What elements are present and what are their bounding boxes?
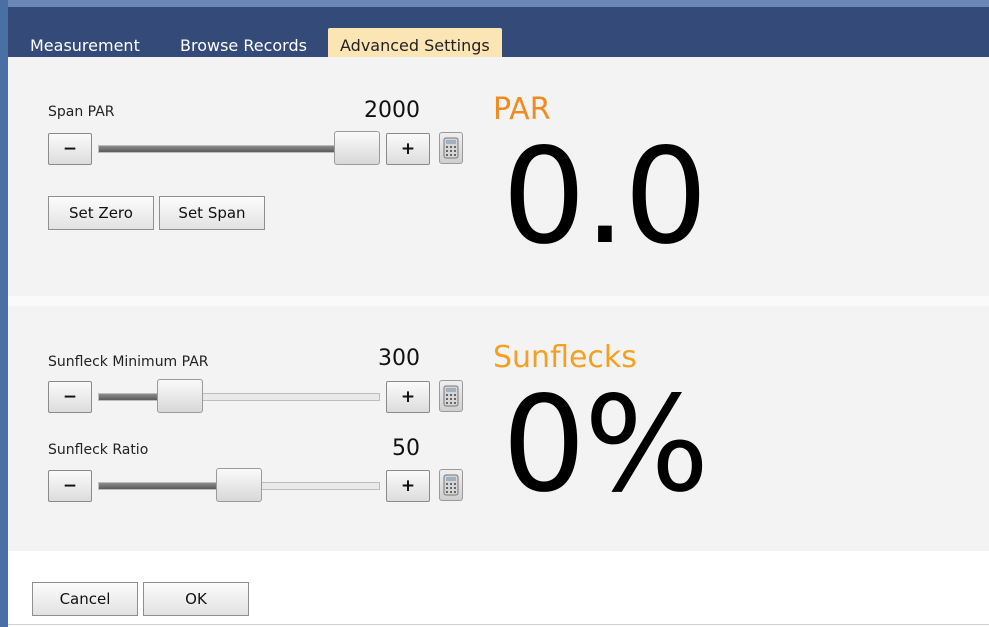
sunfleck-min-calculator-icon[interactable] [439, 380, 463, 412]
sunfleck-ratio-label: Sunfleck Ratio [48, 442, 149, 458]
span-par-slider-thumb[interactable] [334, 131, 380, 165]
set-zero-button[interactable]: Set Zero [48, 196, 154, 230]
sunfleck-min-par-label: Sunfleck Minimum PAR [48, 354, 209, 370]
span-par-value: 2000 [364, 98, 420, 123]
span-par-slider-fill [99, 146, 358, 152]
panel-separator [8, 296, 989, 306]
span-par-calculator-icon[interactable] [439, 132, 463, 164]
sunfleck-ratio-decrement-button[interactable]: − [48, 470, 92, 502]
sunfleck-min-decrement-button[interactable]: − [48, 381, 92, 413]
ok-button[interactable]: OK [143, 582, 249, 616]
span-par-label: Span PAR [48, 104, 115, 120]
footer-divider [8, 624, 989, 625]
window-left-edge [0, 0, 8, 627]
span-par-decrement-button[interactable]: − [48, 133, 92, 165]
set-span-button[interactable]: Set Span [159, 196, 265, 230]
sunfleck-ratio-slider-thumb[interactable] [216, 468, 262, 502]
par-value: 0.0 [502, 120, 708, 274]
settings-window: Measurement Browse Records Advanced Sett… [0, 0, 989, 627]
sunfleck-ratio-value: 50 [392, 436, 420, 461]
cancel-button[interactable]: Cancel [32, 582, 138, 616]
sunfleck-min-increment-button[interactable]: + [386, 381, 430, 413]
sunflecks-value: 0% [502, 368, 709, 522]
window-top-edge [0, 0, 989, 7]
sunfleck-min-slider-thumb[interactable] [157, 379, 203, 413]
sunfleck-ratio-calculator-icon[interactable] [439, 469, 463, 501]
span-par-increment-button[interactable]: + [386, 133, 430, 165]
sunfleck-ratio-increment-button[interactable]: + [386, 470, 430, 502]
sunfleck-min-slider-track[interactable] [98, 393, 380, 401]
tab-bar: Measurement Browse Records Advanced Sett… [8, 7, 989, 64]
sunfleck-min-par-value: 300 [378, 346, 420, 371]
